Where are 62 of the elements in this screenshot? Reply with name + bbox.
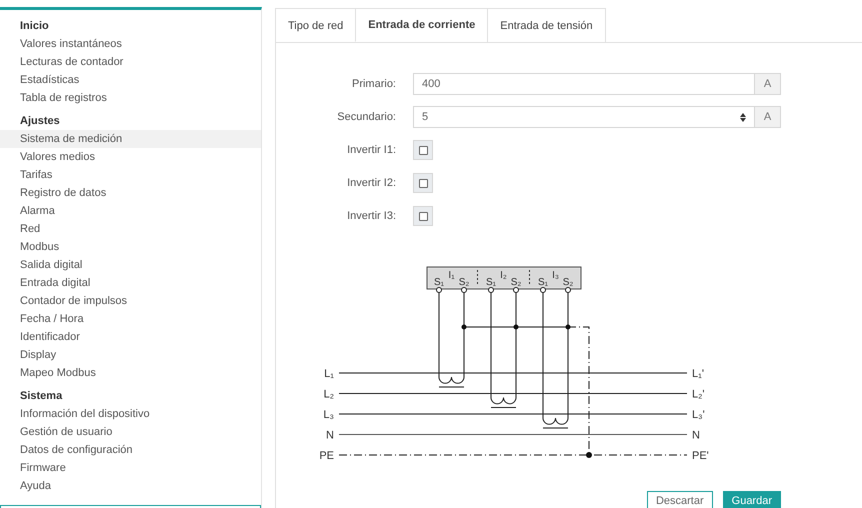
- sidebar-item[interactable]: Sistema de medición: [0, 130, 261, 148]
- sidebar-item[interactable]: Modbus: [0, 238, 261, 256]
- sidebar-item[interactable]: Lecturas de contador: [0, 53, 261, 71]
- field-label: Invertir I1:: [346, 143, 396, 158]
- select-field[interactable]: 5: [413, 106, 754, 128]
- input-field[interactable]: 400: [413, 73, 754, 95]
- sort-arrows-icon: [740, 112, 746, 122]
- line-label: N: [692, 430, 700, 442]
- terminal-label: S₂: [562, 277, 574, 288]
- sidebar-item[interactable]: Valores instantáneos: [0, 35, 261, 53]
- discard-button[interactable]: Descartar: [646, 491, 713, 508]
- sidebar-item[interactable]: Gestión de usuario: [0, 423, 261, 441]
- terminal-label: S₂: [510, 277, 522, 288]
- line-label: L₃: [323, 409, 334, 421]
- section-title: Sistema: [19, 389, 64, 404]
- line-label: L₂': [692, 388, 704, 400]
- sidebar-item[interactable]: Salida digital: [0, 256, 261, 274]
- field-label: Invertir I2:: [346, 176, 396, 191]
- section-title: Ajustes: [19, 114, 61, 129]
- sidebar-item[interactable]: Fecha / Hora: [0, 310, 261, 328]
- sidebar-item[interactable]: Información del dispositivo: [0, 405, 261, 423]
- channel-label: I₂: [500, 270, 507, 281]
- channel-label: I₁: [448, 270, 455, 281]
- sidebar-item[interactable]: Firmware: [0, 459, 261, 477]
- tab[interactable]: Entrada de corriente: [355, 8, 488, 42]
- line-label: PE': [692, 450, 709, 462]
- unit-label: A: [754, 106, 781, 128]
- line-label: L₁: [324, 368, 334, 380]
- terminal-label: S₁: [434, 277, 444, 288]
- sidebar-item[interactable]: Registro de datos: [0, 184, 261, 202]
- line-label: PE: [319, 450, 334, 462]
- line-label: N: [326, 430, 334, 442]
- sidebar-item[interactable]: Identificador: [0, 328, 261, 346]
- sidebar-item[interactable]: Tabla de registros: [0, 89, 261, 107]
- terminal-label: S₂: [458, 277, 470, 288]
- field-label: Secundario:: [336, 110, 396, 125]
- line-label: L₃': [692, 409, 705, 421]
- sidebar-item[interactable]: Contador de impulsos: [0, 292, 261, 310]
- sidebar-item[interactable]: Tarifas: [0, 166, 261, 184]
- terminal-label: S₁: [538, 277, 548, 288]
- tab[interactable]: Tipo de red: [275, 8, 356, 42]
- sidebar-item[interactable]: Mapeo Modbus: [0, 364, 261, 382]
- section-title: Inicio: [19, 19, 50, 34]
- checkbox[interactable]: [413, 173, 433, 193]
- checkbox[interactable]: [413, 206, 433, 226]
- tab[interactable]: Entrada de tensión: [487, 8, 606, 42]
- unit-label: A: [754, 73, 781, 95]
- sidebar-item[interactable]: Entrada digital: [0, 274, 261, 292]
- field-label: Invertir I3:: [346, 209, 396, 224]
- sidebar-item[interactable]: Alarma: [0, 202, 261, 220]
- sidebar-item[interactable]: Valores medios: [0, 148, 261, 166]
- sidebar-item[interactable]: Red: [0, 220, 261, 238]
- sidebar-item[interactable]: Datos de configuración: [0, 441, 261, 459]
- field-label: Primario:: [350, 77, 396, 92]
- terminal-label: S₁: [486, 277, 496, 288]
- line-label: L₁': [692, 368, 704, 380]
- sidebar-item[interactable]: Estadísticas: [0, 71, 261, 89]
- sidebar-item[interactable]: Ayuda: [0, 477, 261, 495]
- channel-label: I₃: [552, 270, 559, 281]
- line-label: L₂: [324, 388, 334, 400]
- checkbox[interactable]: [413, 140, 433, 160]
- sidebar-item[interactable]: Display: [0, 346, 261, 364]
